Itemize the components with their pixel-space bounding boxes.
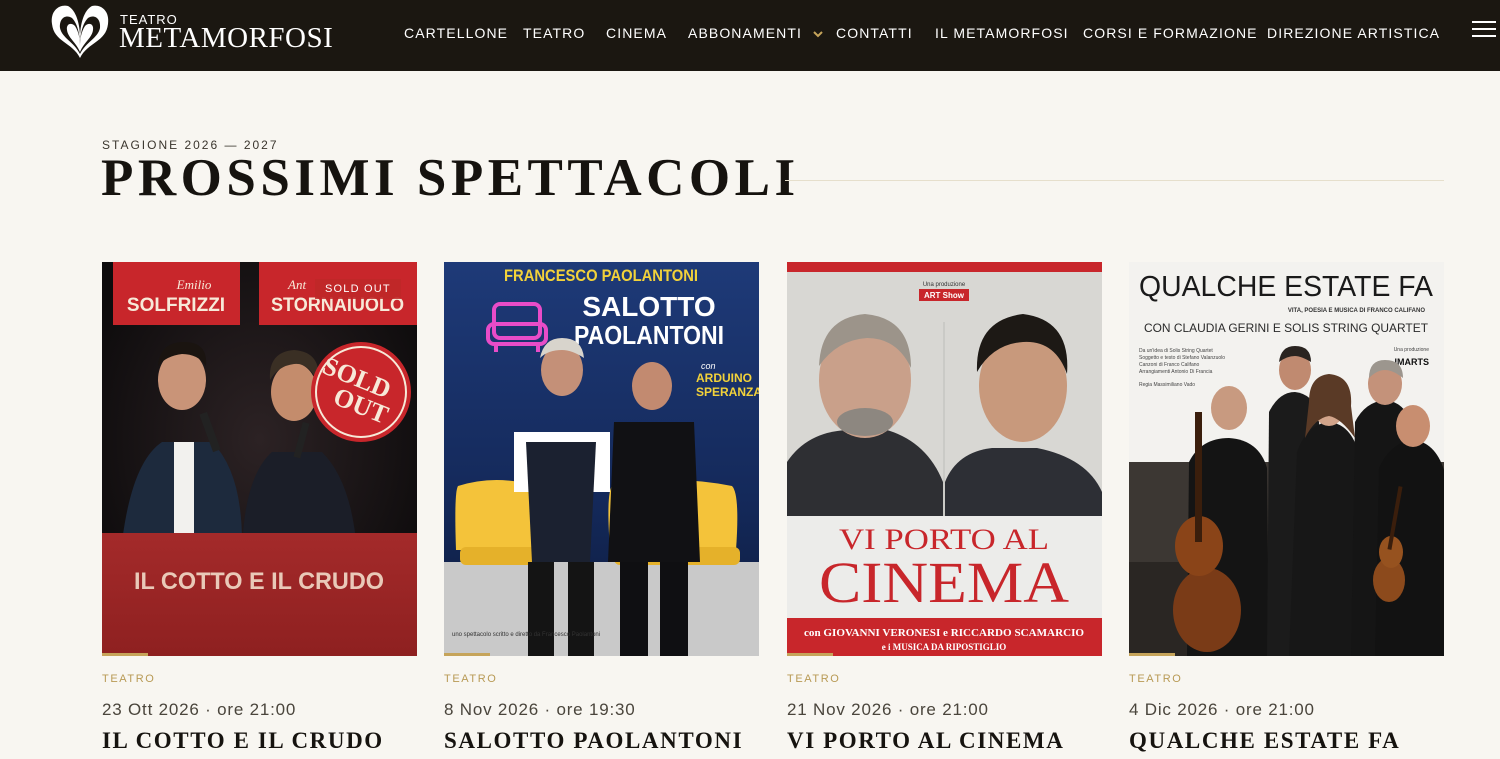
event-date: 8 Nov 2026 · ore 19:30 [444, 700, 636, 719]
title-divider [785, 180, 1444, 181]
svg-text:e i MUSICA DA RIPOSTIGLIO: e i MUSICA DA RIPOSTIGLIO [882, 642, 1007, 652]
event-category: TEATRO [102, 673, 156, 685]
chevron-down-icon [813, 31, 823, 38]
poster-accent-line [444, 653, 490, 656]
svg-text:PAOLANTONI: PAOLANTONI [574, 320, 724, 350]
nav-corsi-formazione[interactable]: CORSI E FORMAZIONE [1083, 0, 1258, 71]
nav-il-metamorfosi[interactable]: IL METAMORFOSI [935, 0, 1069, 71]
event-card-salotto-paolantoni[interactable]: FRANCESCO PAOLANTONI SALOTTO PAOLANTONI … [444, 262, 759, 759]
svg-text:ART Show: ART Show [924, 291, 965, 300]
svg-text:Da un'idea di Solis String Qua: Da un'idea di Solis String Quartet [1139, 348, 1213, 354]
logo-name: METAMORFOSI [119, 22, 334, 54]
poster-accent-line [1129, 653, 1175, 656]
nav-abbonamenti[interactable]: ABBONAMENTI [688, 0, 823, 71]
event-card-il-cotto-e-il-crudo[interactable]: Emilio SOLFRIZZI Ant STORNAIUOLO SOLD OU… [102, 262, 417, 759]
svg-text:Regia Massimiliano Vado: Regia Massimiliano Vado [1139, 382, 1195, 388]
svg-text:Emilio: Emilio [176, 277, 212, 292]
event-poster[interactable]: Una produzione ART Show VI PORTO AL CINE… [787, 262, 1102, 656]
svg-text:Soggetto e testo di Stefano Va: Soggetto e testo di Stefano Valanzuolo [1139, 355, 1225, 361]
svg-text:IL COTTO E IL CRUDO: IL COTTO E IL CRUDO [134, 568, 384, 595]
svg-text:uno spettacolo scritto e diret: uno spettacolo scritto e diretto da Fran… [452, 632, 600, 638]
svg-text:QUALCHE ESTATE FA: QUALCHE ESTATE FA [1139, 271, 1434, 303]
page-title: PROSSIMI SPETTACOLI [101, 149, 800, 207]
event-poster[interactable]: FRANCESCO PAOLANTONI SALOTTO PAOLANTONI … [444, 262, 759, 656]
nav-contatti[interactable]: CONTATTI [836, 0, 913, 71]
svg-text:SALOTTO: SALOTTO [582, 291, 715, 322]
svg-text:Arrangiamenti Antonio Di Franc: Arrangiamenti Antonio Di Francia [1139, 369, 1213, 375]
sold-out-badge: SOLD OUT [315, 279, 401, 299]
event-card-vi-porto-al-cinema[interactable]: Una produzione ART Show VI PORTO AL CINE… [787, 262, 1102, 759]
event-date: 21 Nov 2026 · ore 21:00 [787, 700, 989, 719]
event-poster[interactable]: QUALCHE ESTATE FA VITA, POESIA E MUSICA … [1129, 262, 1444, 656]
site-logo[interactable]: TEATRO METAMORFOSI [50, 2, 360, 66]
nav-cartellone[interactable]: CARTELLONE [404, 0, 508, 71]
nav-cinema[interactable]: CINEMA [606, 0, 667, 71]
svg-text:IMARTS: IMARTS [1395, 357, 1430, 367]
poster-artwork: Una produzione ART Show VI PORTO AL CINE… [787, 262, 1102, 656]
event-title[interactable]: VI PORTO AL CINEMA [787, 728, 1064, 754]
svg-text:Una produzione: Una produzione [923, 282, 966, 288]
svg-text:con GIOVANNI VERONESI e RICCAR: con GIOVANNI VERONESI e RICCARDO SCAMARC… [804, 627, 1084, 639]
poster-artwork: FRANCESCO PAOLANTONI SALOTTO PAOLANTONI … [444, 262, 759, 656]
event-card-qualche-estate-fa[interactable]: QUALCHE ESTATE FA VITA, POESIA E MUSICA … [1129, 262, 1444, 759]
event-title[interactable]: IL COTTO E IL CRUDO [102, 728, 384, 754]
svg-text:CON CLAUDIA GERINI E SOLIS STR: CON CLAUDIA GERINI E SOLIS STRING QUARTE… [1144, 321, 1429, 335]
svg-text:CINEMA: CINEMA [819, 550, 1069, 615]
svg-text:Ant: Ant [287, 277, 306, 292]
hamburger-menu-icon[interactable] [1472, 21, 1496, 41]
svg-text:VITA, POESIA E MUSICA DI FRANC: VITA, POESIA E MUSICA DI FRANCO CALIFANO [1288, 308, 1425, 314]
poster-accent-line [787, 653, 833, 656]
svg-text:SOLFRIZZI: SOLFRIZZI [127, 295, 225, 316]
svg-text:con: con [701, 361, 716, 371]
event-category: TEATRO [787, 673, 841, 685]
nav-teatro[interactable]: TEATRO [523, 0, 585, 71]
event-category: TEATRO [1129, 673, 1183, 685]
event-date: 4 Dic 2026 · ore 21:00 [1129, 700, 1315, 719]
poster-accent-line [102, 653, 148, 656]
event-date: 23 Ott 2026 · ore 21:00 [102, 700, 297, 719]
poster-artwork: Emilio SOLFRIZZI Ant STORNAIUOLO SOLD OU… [102, 262, 417, 656]
svg-text:Canzoni di Franco Califano: Canzoni di Franco Califano [1139, 362, 1200, 368]
nav-direzione-artistica[interactable]: DIREZIONE ARTISTICA [1267, 0, 1440, 71]
butterfly-logo-icon [51, 5, 109, 58]
event-title[interactable]: QUALCHE ESTATE FA [1129, 728, 1400, 754]
event-category: TEATRO [444, 673, 498, 685]
svg-text:FRANCESCO PAOLANTONI: FRANCESCO PAOLANTONI [504, 266, 698, 285]
poster-artwork: QUALCHE ESTATE FA VITA, POESIA E MUSICA … [1129, 262, 1444, 656]
site-header: TEATRO METAMORFOSI CARTELLONE TEATRO CIN… [0, 0, 1500, 71]
svg-text:SPERANZA: SPERANZA [696, 385, 759, 399]
svg-text:Una produzione: Una produzione [1394, 347, 1430, 353]
event-poster[interactable]: Emilio SOLFRIZZI Ant STORNAIUOLO SOLD OU… [102, 262, 417, 656]
nav-abbonamenti-label: ABBONAMENTI [688, 25, 803, 41]
svg-text:ARDUINO: ARDUINO [696, 371, 752, 385]
event-title[interactable]: SALOTTO PAOLANTONI [444, 728, 743, 754]
